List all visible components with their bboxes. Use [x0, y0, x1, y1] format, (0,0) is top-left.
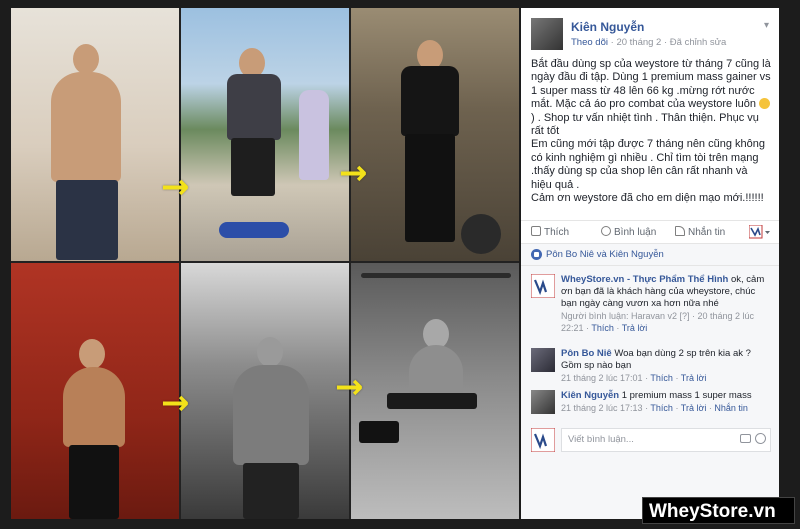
like-button[interactable]: Thích: [531, 226, 569, 238]
photo-hoverboard: [181, 8, 349, 261]
post-text: Bắt đầu dùng sp của weystore từ tháng 7 …: [531, 58, 771, 205]
arrow-icon: →: [339, 153, 368, 193]
commenter-name[interactable]: WheyStore.vn - Thực Phẩm Thể Hình: [561, 274, 728, 285]
brand-watermark: WheyStore.vn: [642, 497, 795, 524]
comment-meta: Người bình luận: Haravan v2 [?] · 20 thá…: [561, 311, 755, 333]
comment-text: 1 premium mass 1 super mass: [621, 390, 752, 401]
author-avatar[interactable]: [531, 18, 563, 50]
commenter-avatar[interactable]: [531, 390, 555, 414]
photo-after-bw-selfie: [181, 263, 349, 519]
emoji-icon[interactable]: [755, 433, 766, 444]
photo-after-red-wall: [11, 263, 179, 519]
comment-composer: Viết bình luận...: [530, 427, 771, 453]
chevron-down-icon[interactable]: ▾: [764, 20, 769, 31]
comment-reply-link[interactable]: Trả lời: [681, 373, 707, 383]
comment-like-link[interactable]: Thích: [591, 323, 614, 333]
like-icon: [531, 226, 541, 236]
commenter-name[interactable]: Pôn Bo Niê: [561, 348, 612, 359]
arrow-icon: →: [335, 367, 364, 407]
arrow-icon: →: [161, 383, 190, 423]
share-icon: [675, 226, 685, 236]
photo-gym-standing: [351, 8, 519, 261]
post-actions: Thích Bình luận Nhắn tin: [521, 220, 779, 244]
page-logo-icon: [748, 224, 770, 239]
reactions-text[interactable]: Pôn Bo Niê và Kiên Nguyễn: [546, 249, 664, 260]
comment-reply-link[interactable]: Trả lời: [681, 403, 707, 413]
comment-like-link[interactable]: Thích: [650, 403, 673, 413]
commenter-name[interactable]: Kiên Nguyễn: [561, 390, 619, 401]
comments-section: WheyStore.vn - Thực Phẩm Thể Hình ok, cả…: [521, 266, 779, 519]
comment-icon: [601, 226, 611, 236]
post-meta: Theo dõi · 20 tháng 2 · Đã chỉnh sửa: [571, 37, 727, 48]
facebook-post: Kiên Nguyễn Theo dõi · 20 tháng 2 · Đã c…: [521, 8, 779, 519]
share-button[interactable]: Nhắn tin: [675, 226, 725, 238]
photo-before-mirror-selfie: [11, 8, 179, 261]
post-date[interactable]: 20 tháng 2: [616, 37, 661, 48]
edited-label[interactable]: Đã chỉnh sửa: [670, 37, 727, 48]
commenter-avatar[interactable]: [531, 348, 555, 372]
author-name[interactable]: Kiên Nguyễn: [571, 20, 644, 34]
arrow-icon: →: [161, 167, 190, 207]
camera-icon[interactable]: [740, 434, 751, 443]
follow-link[interactable]: Theo dõi: [571, 37, 608, 48]
like-reaction-icon: [531, 249, 542, 260]
transformation-photo-collage: → → → →: [11, 8, 519, 519]
page-selector[interactable]: [748, 224, 771, 240]
comment-meta: 21 tháng 2 lúc 17:01 · Thích · Trả lời: [561, 373, 707, 383]
post-header: Kiên Nguyễn Theo dõi · 20 tháng 2 · Đã c…: [531, 18, 771, 52]
comment-like-link[interactable]: Thích: [650, 373, 673, 383]
reactions-bar[interactable]: Pôn Bo Niê và Kiên Nguyễn: [521, 244, 779, 266]
commenter-avatar[interactable]: [530, 273, 556, 299]
comment-reply-link[interactable]: Trả lời: [622, 323, 648, 333]
comment-message-link[interactable]: Nhắn tin: [714, 403, 748, 413]
photo-after-hanging-leg-raise: [351, 263, 519, 519]
comment-meta: 21 tháng 2 lúc 17:13 · Thích · Trả lời ·…: [561, 403, 748, 413]
comment-button[interactable]: Bình luận: [601, 226, 656, 238]
composer-avatar: [530, 427, 556, 453]
emoji-icon: [759, 98, 771, 110]
